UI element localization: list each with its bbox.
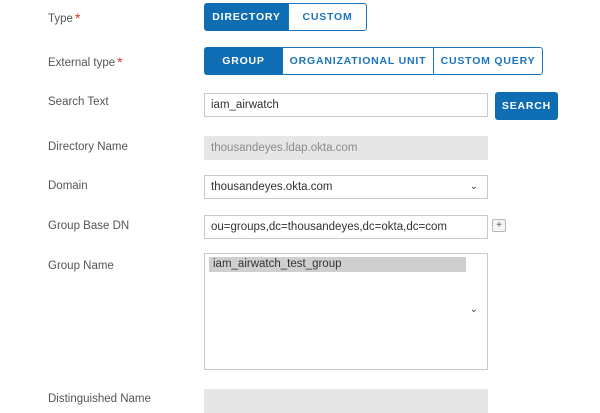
list-item[interactable]: iam_airwatch_test_group (209, 257, 466, 272)
group-base-dn-input[interactable]: ou=groups,dc=thousandeyes,dc=okta,dc=com (204, 215, 488, 239)
distinguished-name-field (204, 389, 488, 413)
add-group-base-dn-button[interactable]: + (492, 219, 506, 232)
domain-select-value: thousandeyes.okta.com (211, 181, 333, 193)
type-segmented-control: DIRECTORY CUSTOM (204, 3, 367, 31)
group-name-listbox[interactable]: iam_airwatch_test_group ⌄ (204, 253, 488, 370)
type-label: Type * (48, 9, 81, 26)
type-option-custom[interactable]: CUSTOM (288, 3, 367, 31)
chevron-down-icon: ⌄ (469, 304, 478, 315)
external-type-label-text: External type (48, 57, 116, 69)
type-label-text: Type (48, 13, 73, 25)
required-asterisk: * (74, 10, 81, 26)
search-text-label: Search Text (48, 96, 109, 108)
group-base-dn-label: Group Base DN (48, 220, 130, 232)
search-button[interactable]: SEARCH (495, 92, 558, 120)
distinguished-name-label: Distinguished Name (48, 393, 151, 405)
directory-name-label: Directory Name (48, 141, 128, 153)
required-asterisk: * (117, 54, 123, 70)
external-type-option-group[interactable]: GROUP (204, 47, 283, 75)
domain-label: Domain (48, 180, 88, 192)
domain-select[interactable]: thousandeyes.okta.com ⌄ (204, 175, 488, 199)
type-option-directory[interactable]: DIRECTORY (204, 3, 289, 31)
external-type-option-organizational-unit[interactable]: ORGANIZATIONAL UNIT (282, 47, 434, 75)
directory-name-field: thousandeyes.ldap.okta.com (204, 136, 488, 160)
group-name-label: Group Name (48, 260, 114, 272)
external-type-option-custom-query[interactable]: CUSTOM QUERY (433, 47, 543, 75)
chevron-down-icon: ⌄ (469, 181, 478, 192)
external-type-segmented-control: GROUP ORGANIZATIONAL UNIT CUSTOM QUERY (204, 47, 543, 75)
external-type-label: External type * (48, 53, 123, 70)
search-text-input[interactable]: iam_airwatch (204, 93, 488, 117)
